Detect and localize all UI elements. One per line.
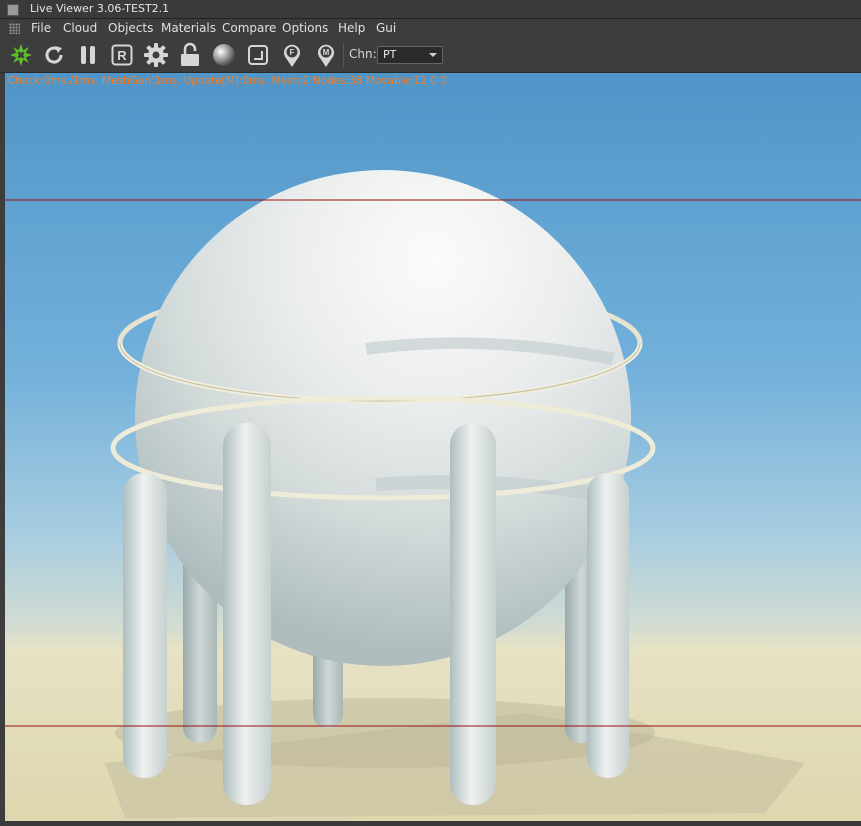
svg-text:R: R <box>117 48 127 63</box>
resize-icon <box>248 45 268 65</box>
channel-value: PT <box>383 48 397 61</box>
svg-text:F: F <box>290 48 295 57</box>
focus-pick-button[interactable]: F <box>278 41 306 69</box>
app-icon <box>7 4 19 16</box>
refresh-button[interactable] <box>40 41 68 69</box>
octane-logo-icon <box>10 44 32 66</box>
menu-options[interactable]: Options <box>282 19 328 38</box>
menu-help[interactable]: Help <box>338 19 365 38</box>
render-viewport[interactable]: Check:0ms./1ms. MeshGen:1ms. Update[M]:0… <box>5 73 861 821</box>
lock-button[interactable] <box>176 41 204 69</box>
focus-pick-icon: F <box>284 44 300 67</box>
render-region-icon: R <box>111 44 133 66</box>
svg-text:M: M <box>323 48 330 57</box>
toolbar: R F M Chn: PT <box>0 38 861 73</box>
material-pick-icon: M <box>318 44 334 67</box>
channel-select[interactable]: PT <box>377 46 443 64</box>
octane-logo-button[interactable] <box>7 41 35 69</box>
pause-icon <box>81 46 95 64</box>
settings-button[interactable] <box>142 41 170 69</box>
material-button[interactable] <box>210 41 238 69</box>
material-sphere-icon <box>213 44 235 66</box>
menu-bar: File Cloud Objects Materials Compare Opt… <box>0 19 861 38</box>
menu-cloud[interactable]: Cloud <box>63 19 97 38</box>
render-scene <box>5 170 861 818</box>
material-pick-button[interactable]: M <box>312 41 340 69</box>
render-region-button[interactable]: R <box>108 41 136 69</box>
refresh-icon <box>45 46 63 64</box>
status-bar <box>0 821 861 826</box>
pause-button[interactable] <box>74 41 102 69</box>
lock-icon <box>181 42 199 66</box>
window-title: Live Viewer 3.06-TEST2.1 <box>30 2 170 15</box>
menu-compare[interactable]: Compare <box>222 19 276 38</box>
menu-file[interactable]: File <box>31 19 51 38</box>
channel-label: Chn: <box>349 47 377 61</box>
title-bar: Live Viewer 3.06-TEST2.1 <box>0 0 861 19</box>
menu-gui[interactable]: Gui <box>376 19 396 38</box>
menu-objects[interactable]: Objects <box>108 19 153 38</box>
render-stats: Check:0ms./1ms. MeshGen:1ms. Update[M]:0… <box>8 75 447 87</box>
settings-gear-icon <box>144 43 168 67</box>
chevron-down-icon <box>429 53 437 57</box>
resize-button[interactable] <box>244 41 272 69</box>
menu-grip-icon[interactable] <box>9 23 20 34</box>
toolbar-separator <box>343 43 344 67</box>
menu-materials[interactable]: Materials <box>161 19 216 38</box>
